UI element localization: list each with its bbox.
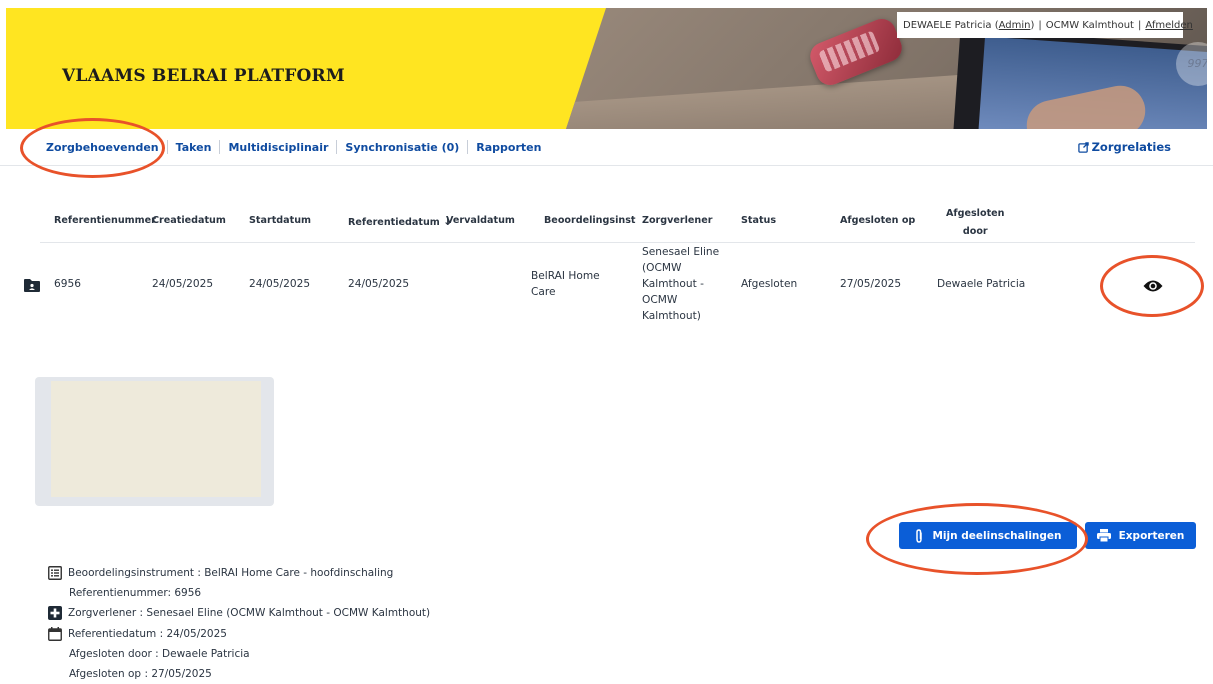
external-link-icon (1077, 141, 1089, 153)
nav-divider-line (0, 165, 1213, 166)
cell-created: 24/05/2025 (152, 278, 214, 290)
nav-multidisciplinair[interactable]: Multidisciplinair (228, 141, 328, 154)
cell-instrument-line1: BelRAI Home (531, 270, 600, 282)
cell-start: 24/05/2025 (249, 278, 311, 290)
exporteren-button[interactable]: Exporteren (1085, 522, 1196, 549)
col-startdatum[interactable]: Startdatum (249, 215, 311, 226)
cell-caregiver-line: Kalmthout - (642, 278, 704, 290)
user-name-suffix: ) (1030, 19, 1035, 31)
annotation-circle-zorgbehoevenden (20, 118, 165, 178)
user-bar-separator: | (1137, 19, 1142, 31)
cell-caregiver-line: (OCMW (642, 262, 682, 274)
printer-icon (1096, 529, 1111, 542)
annotation-circle-eye (1100, 255, 1204, 317)
col-afgesloten-op[interactable]: Afgesloten op (840, 215, 915, 226)
col-afgesloten-door-line1: Afgesloten (946, 208, 1005, 219)
organisation: OCMW Kalmthout (1045, 19, 1134, 31)
col-beoordelingsinstrument[interactable]: Beoordelingsinstrun (544, 215, 636, 226)
medical-plus-icon (48, 606, 62, 620)
detail-refdate: Referentiedatum : 24/05/2025 (48, 627, 227, 641)
col-zorgverlener[interactable]: Zorgverlener (642, 215, 713, 226)
nav-divider (166, 140, 168, 154)
cell-caregiver-line: Kalmthout) (642, 310, 701, 322)
cell-caregiver-line: Senesael Eline (642, 246, 720, 258)
col-afgesloten-door-line2: door (962, 226, 988, 237)
annotation-circle-deelinschalingen (866, 503, 1088, 575)
cell-closed-by: Dewaele Patricia (937, 278, 1026, 290)
col-vervaldatum[interactable]: Vervaldatum (446, 215, 515, 226)
cell-status: Afgesloten (741, 278, 798, 290)
exporteren-label: Exporteren (1118, 529, 1185, 542)
cell-closed-on: 27/05/2025 (840, 278, 902, 290)
detail-closed-on: Afgesloten op : 27/05/2025 (69, 668, 212, 680)
zorgrelaties-link[interactable]: Zorgrelaties (1077, 140, 1171, 154)
detail-refdate-text: Referentiedatum : 24/05/2025 (68, 628, 227, 640)
detail-closed-by: Afgesloten door : Dewaele Patricia (69, 648, 250, 660)
detail-instrument-text: Beoordelingsinstrument : BelRAI Home Car… (68, 567, 394, 579)
zorgrelaties-label: Zorgrelaties (1091, 140, 1171, 154)
cell-instrument: BelRAI Home Care (531, 268, 600, 300)
folder-icon (24, 279, 40, 292)
nav-rapporten[interactable]: Rapporten (476, 141, 541, 154)
cell-instrument-line2: Care (531, 286, 556, 298)
logout-link[interactable]: Afmelden (1145, 20, 1193, 31)
col-creatiedatum[interactable]: Creatiedatum (152, 215, 226, 226)
nav-taken[interactable]: Taken (176, 141, 212, 154)
cell-ref: 6956 (54, 278, 81, 290)
role-link[interactable]: Admin (999, 20, 1031, 31)
col-referentiedatum[interactable]: Referentiedatum ↓ (348, 215, 452, 228)
nav-divider (336, 140, 338, 154)
detail-caregiver-text: Zorgverlener : Senesael Eline (OCMW Kalm… (68, 607, 431, 619)
col-referentiedatum-label: Referentiedatum (348, 217, 440, 228)
list-icon (48, 566, 62, 580)
calendar-icon (48, 627, 62, 641)
cell-caregiver: Senesael Eline (OCMW Kalmthout - OCMW Ka… (642, 244, 719, 324)
user-bar-separator: | (1038, 19, 1042, 31)
cell-caregiver-line: OCMW (642, 294, 678, 306)
detail-caregiver: Zorgverlener : Senesael Eline (OCMW Kalm… (48, 606, 430, 620)
nav-synchronisatie[interactable]: Synchronisatie (0) (345, 141, 459, 154)
col-referentienummer[interactable]: Referentienummer (54, 215, 156, 226)
user-name-prefix: DEWAELE Patricia ( (903, 19, 999, 31)
nav-divider (219, 140, 221, 154)
cell-refdate: 24/05/2025 (348, 278, 410, 290)
detail-instrument: Beoordelingsinstrument : BelRAI Home Car… (48, 566, 393, 580)
redaction-overlay (51, 381, 261, 497)
user-bar: DEWAELE Patricia ( Admin) | OCMW Kalmtho… (897, 12, 1193, 38)
table-header-divider (40, 242, 1195, 243)
photo-phone (806, 14, 906, 90)
nav-divider (467, 140, 469, 154)
detail-refnum: Referentienummer: 6956 (69, 587, 202, 599)
brand-title: VLAAMS BELRAI PLATFORM (62, 66, 345, 86)
col-afgesloten-door[interactable]: Afgesloten door (946, 205, 1005, 241)
col-status[interactable]: Status (741, 215, 776, 226)
